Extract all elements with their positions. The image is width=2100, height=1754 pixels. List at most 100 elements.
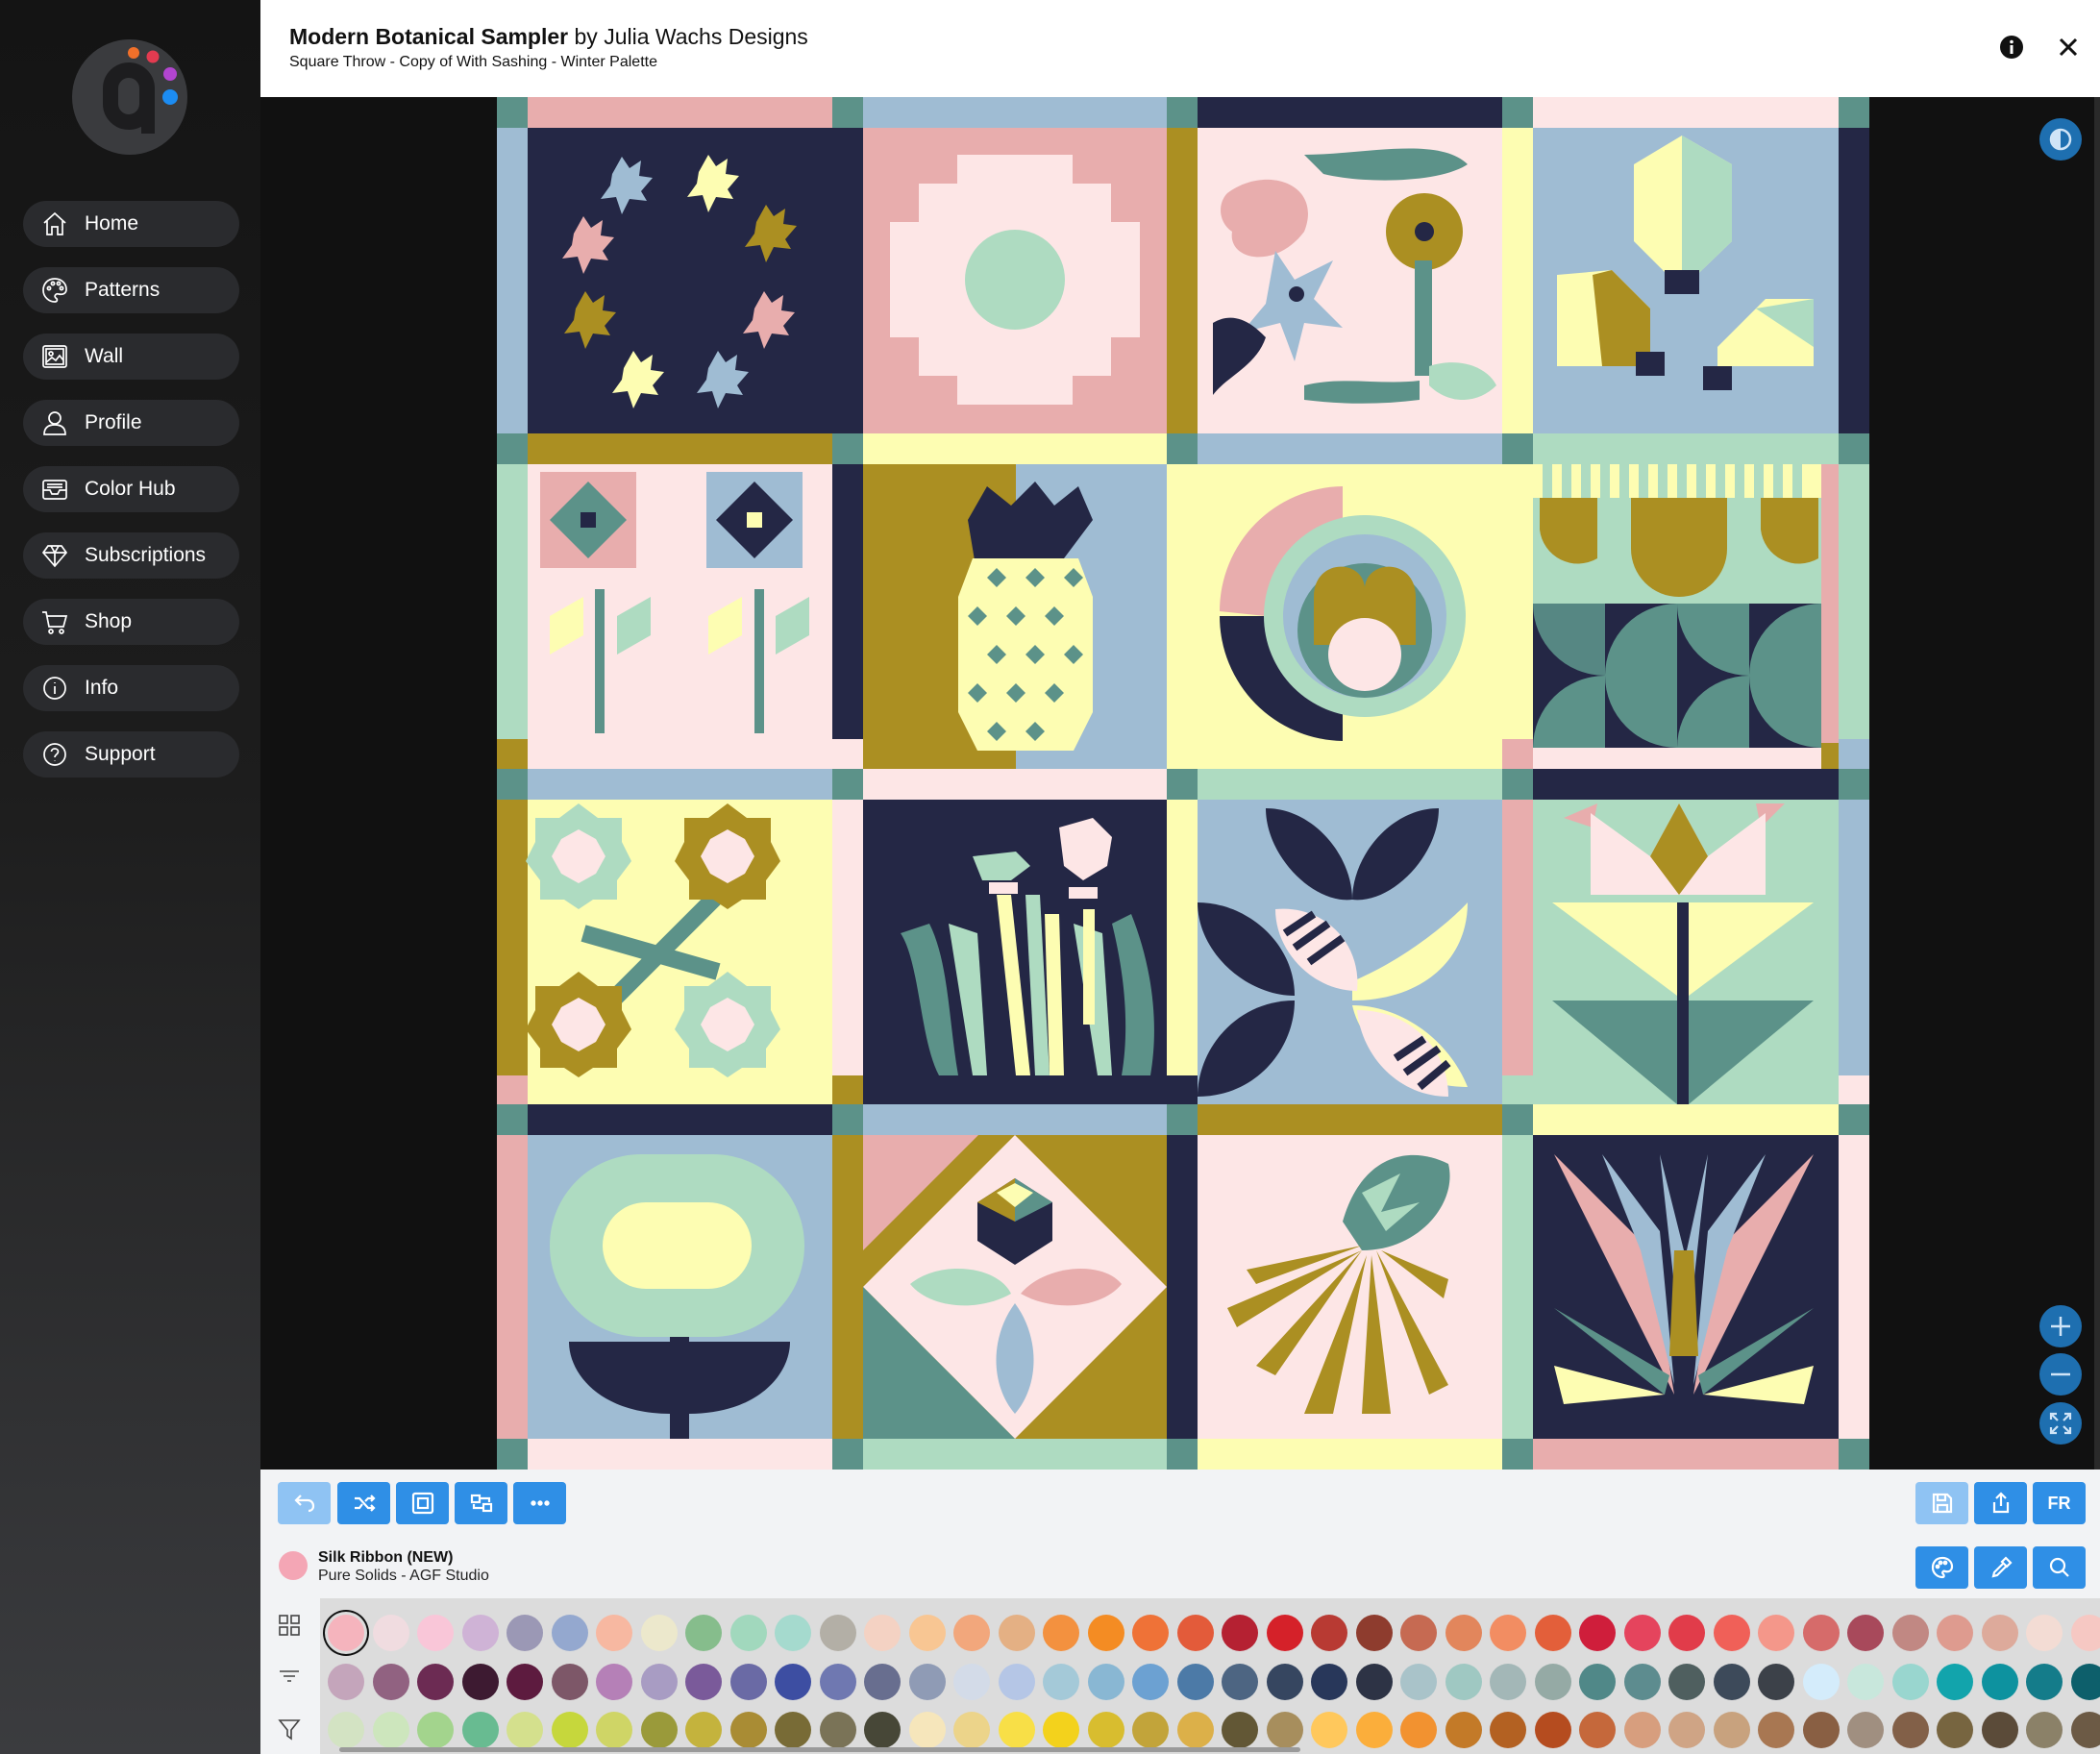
quilt-block[interactable] (526, 800, 832, 1104)
color-swatch[interactable] (1534, 1712, 1571, 1748)
color-swatch[interactable] (1355, 1712, 1393, 1748)
select-block-button[interactable] (396, 1482, 449, 1524)
color-swatch[interactable] (1579, 1712, 1616, 1748)
color-swatch[interactable] (1802, 1712, 1840, 1748)
color-swatch[interactable] (640, 1615, 678, 1651)
color-swatch[interactable] (908, 1664, 946, 1700)
color-swatch[interactable] (908, 1712, 946, 1748)
palette-scrollbar[interactable] (339, 1747, 1300, 1752)
color-swatch[interactable] (1445, 1664, 1482, 1700)
quilt-block[interactable] (1198, 1135, 1502, 1439)
color-swatch[interactable] (1937, 1615, 1973, 1651)
quilt-block[interactable] (528, 1135, 832, 1439)
color-swatch[interactable] (1311, 1712, 1347, 1748)
color-swatch[interactable] (1981, 1664, 2018, 1700)
color-swatch[interactable] (1490, 1615, 1526, 1651)
sidebar-item-profile[interactable]: Profile (23, 400, 239, 446)
color-swatch[interactable] (1266, 1664, 1303, 1700)
color-swatch[interactable] (1400, 1664, 1437, 1700)
color-swatch[interactable] (1087, 1712, 1124, 1748)
color-swatch[interactable] (1623, 1712, 1661, 1748)
color-swatch[interactable] (685, 1664, 722, 1700)
color-swatch[interactable] (1132, 1615, 1169, 1651)
color-swatch[interactable] (685, 1615, 722, 1651)
color-swatch[interactable] (1579, 1664, 1616, 1700)
color-swatch[interactable] (864, 1712, 901, 1748)
quilt-block[interactable] (1533, 464, 1839, 769)
sidebar-item-patterns[interactable]: Patterns (23, 267, 239, 313)
color-swatch[interactable] (506, 1664, 543, 1700)
color-swatch[interactable] (1355, 1664, 1393, 1700)
sidebar-item-info[interactable]: Info (23, 665, 239, 711)
quilt-block[interactable] (863, 1135, 1167, 1439)
quilt-block[interactable] (1198, 128, 1502, 433)
grid-view-button[interactable] (276, 1612, 303, 1639)
color-swatch[interactable] (461, 1712, 499, 1748)
color-swatch[interactable] (506, 1615, 543, 1651)
color-swatch[interactable] (775, 1664, 811, 1700)
color-swatch[interactable] (2026, 1712, 2063, 1748)
color-swatch[interactable] (1534, 1664, 1571, 1700)
color-swatch[interactable] (417, 1712, 454, 1748)
quilt-canvas[interactable] (260, 97, 2100, 1470)
color-swatch[interactable] (372, 1615, 409, 1651)
color-picker-button[interactable] (1974, 1546, 2027, 1589)
color-swatch[interactable] (819, 1615, 856, 1651)
search-fabric-button[interactable] (2033, 1546, 2086, 1589)
sidebar-item-wall[interactable]: Wall (23, 334, 239, 380)
quilt-block[interactable] (1533, 128, 1839, 433)
color-swatch[interactable] (1847, 1664, 1884, 1700)
quilt-block[interactable] (1198, 800, 1502, 1104)
color-swatch[interactable] (953, 1615, 990, 1651)
color-swatch[interactable] (1623, 1664, 1661, 1700)
color-swatch[interactable] (461, 1664, 499, 1700)
color-swatch[interactable] (1445, 1712, 1482, 1748)
sidebar-item-shop[interactable]: Shop (23, 599, 239, 645)
color-swatch[interactable] (328, 1712, 364, 1748)
color-swatch[interactable] (1176, 1615, 1214, 1651)
color-swatch[interactable] (1713, 1712, 1750, 1748)
color-swatch[interactable] (1713, 1664, 1750, 1700)
close-button[interactable] (2054, 33, 2083, 62)
color-swatch[interactable] (1891, 1712, 1929, 1748)
color-swatch[interactable] (2026, 1615, 2063, 1651)
color-swatch[interactable] (953, 1712, 990, 1748)
canvas-scrollbar[interactable] (2094, 97, 2100, 1470)
zoom-out-button[interactable] (2039, 1353, 2082, 1396)
color-swatch[interactable] (775, 1712, 811, 1748)
color-swatch[interactable] (1400, 1615, 1437, 1651)
color-swatch[interactable] (864, 1664, 901, 1700)
color-swatch[interactable] (372, 1664, 409, 1700)
color-swatch[interactable] (551, 1712, 588, 1748)
language-button[interactable]: FR (2033, 1482, 2086, 1524)
color-swatch[interactable] (1847, 1615, 1884, 1651)
color-swatch[interactable] (551, 1664, 588, 1700)
contrast-toggle-button[interactable] (2039, 118, 2082, 161)
quilt-preview[interactable] (497, 97, 1869, 1470)
color-swatch[interactable] (551, 1615, 588, 1651)
color-swatch[interactable] (908, 1615, 946, 1651)
quilt-block[interactable] (1533, 1135, 1839, 1439)
color-swatch[interactable] (596, 1712, 632, 1748)
color-swatch[interactable] (1668, 1712, 1705, 1748)
color-swatch[interactable] (864, 1615, 901, 1651)
filter-button[interactable] (276, 1716, 303, 1742)
color-swatch[interactable] (1222, 1664, 1258, 1700)
color-swatch[interactable] (1847, 1712, 1884, 1748)
share-button[interactable] (1974, 1482, 2027, 1524)
color-swatch[interactable] (1713, 1615, 1750, 1651)
palette-button[interactable] (1915, 1546, 1968, 1589)
color-swatch[interactable] (1668, 1615, 1705, 1651)
color-swatch[interactable] (1176, 1664, 1214, 1700)
shuffle-button[interactable] (337, 1482, 390, 1524)
sort-button[interactable] (276, 1663, 303, 1690)
color-swatch[interactable] (1937, 1712, 1973, 1748)
color-swatch[interactable] (729, 1664, 767, 1700)
sidebar-item-home[interactable]: Home (23, 201, 239, 247)
quilt-block[interactable] (528, 128, 832, 433)
color-swatch[interactable] (1802, 1615, 1840, 1651)
quilt-block[interactable] (1533, 800, 1839, 1104)
color-swatch[interactable] (1758, 1712, 1794, 1748)
color-swatch[interactable] (1668, 1664, 1705, 1700)
color-swatch[interactable] (1222, 1615, 1258, 1651)
